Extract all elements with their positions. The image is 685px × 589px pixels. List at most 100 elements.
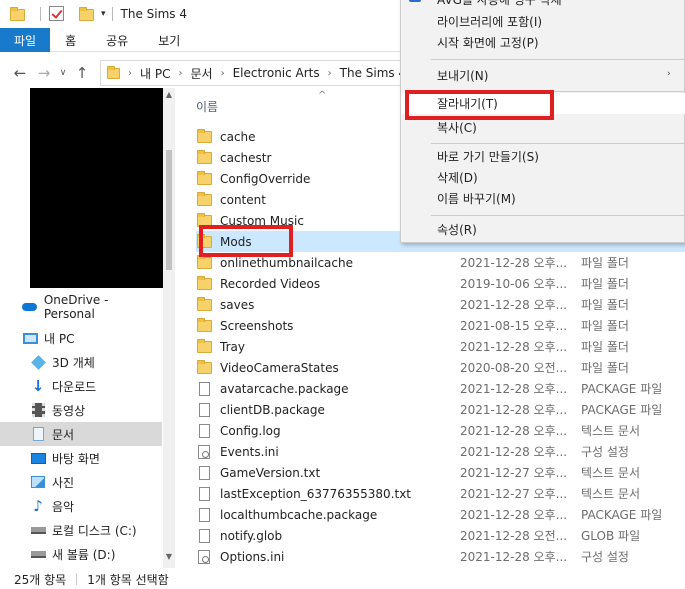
file-icon xyxy=(196,486,212,502)
forward-arrow-icon[interactable]: → xyxy=(32,64,56,82)
column-header-name[interactable]: 이름 xyxy=(196,98,218,115)
file-row[interactable]: localthumbcache.package 2021-12-28 오후... P… xyxy=(196,504,685,525)
file-icon xyxy=(196,507,212,523)
context-menu: AVG를 사용해 영구 삭제 라이브러리에 포함(I) 시작 화면에 고정(P)… xyxy=(400,0,685,243)
drive-icon xyxy=(30,546,46,562)
nav-this-pc[interactable]: 내 PC xyxy=(0,326,162,350)
up-arrow-icon[interactable]: ↑ xyxy=(70,64,94,82)
file-icon xyxy=(196,528,212,544)
file-name: clientDB.package xyxy=(220,402,325,417)
breadcrumb-the-sims-4[interactable]: The Sims 4 xyxy=(340,66,406,80)
file-type: 파일 폴더 xyxy=(581,277,629,291)
folder-row[interactable]: Recorded Videos 2019-10-06 오후... 파일 폴더 xyxy=(196,273,685,294)
folder-icon xyxy=(196,191,212,208)
nav-local-disk-c[interactable]: 로컬 디스크 (C:) xyxy=(0,518,162,542)
file-name: saves xyxy=(220,297,255,312)
file-type: 텍스트 문서 xyxy=(581,487,641,501)
nav-documents[interactable]: 문서 xyxy=(0,422,162,446)
file-type: 파일 폴더 xyxy=(581,361,629,375)
nav-label: 로컬 디스크 (C:) xyxy=(52,523,137,538)
file-type: 텍스트 문서 xyxy=(581,424,641,438)
file-row[interactable]: clientDB.package 2021-12-28 오후... PACKAGE … xyxy=(196,399,685,420)
file-row[interactable]: avatarcache.package 2021-12-28 오후... PACKA… xyxy=(196,378,685,399)
nav-videos[interactable]: 동영상 xyxy=(0,398,162,422)
nav-label: 내 PC xyxy=(44,331,75,346)
back-arrow-icon[interactable]: ← xyxy=(8,64,32,82)
scroll-up-arrow-icon[interactable]: ▲ xyxy=(163,90,175,99)
breadcrumb-electronic-arts[interactable]: Electronic Arts xyxy=(233,66,320,80)
file-date: 2021-12-28 오후... xyxy=(460,382,568,396)
music-icon: ♪ xyxy=(33,497,43,515)
file-date: 2021-12-28 오후... xyxy=(460,403,568,417)
file-type: 파일 폴더 xyxy=(581,340,629,354)
breadcrumb-documents[interactable]: 문서 xyxy=(190,65,212,82)
folder-icon xyxy=(196,275,212,292)
onedrive-icon xyxy=(22,299,38,315)
menu-item-send-to[interactable]: 보내기(N) xyxy=(401,65,685,86)
menu-separator xyxy=(431,59,684,60)
file-date: 2021-12-28 오후... xyxy=(460,508,568,522)
highlight-box-cut xyxy=(405,90,554,120)
file-row[interactable]: GameVersion.txt 2021-12-27 오후... 텍스트 문서 xyxy=(196,462,685,483)
sort-ascending-icon: ^ xyxy=(318,90,327,101)
nav-new-volume-d[interactable]: 새 볼륨 (D:) xyxy=(0,542,162,566)
folder-row[interactable]: Screenshots 2021-08-15 오후... 파일 폴더 xyxy=(196,315,685,336)
file-icon xyxy=(196,381,212,397)
tab-share[interactable]: 공유 xyxy=(91,28,143,52)
menu-separator xyxy=(431,143,684,144)
folder-row[interactable]: VideoCameraStates 2020-08-20 오전... 파일 폴더 xyxy=(196,357,685,378)
properties-check-icon[interactable] xyxy=(49,6,65,22)
file-date: 2021-12-28 오후... xyxy=(460,424,568,438)
menu-item-delete[interactable]: 삭제(D) xyxy=(401,167,685,188)
menu-item-include-in-library[interactable]: 라이브러리에 포함(I) xyxy=(401,11,685,32)
breadcrumb-chevron-icon: › xyxy=(327,67,332,79)
quick-access-dropdown-icon[interactable]: ▾ xyxy=(101,9,106,19)
tab-home[interactable]: 홈 xyxy=(50,28,91,52)
folder-icon xyxy=(107,66,120,80)
file-date: 2019-10-06 오후... xyxy=(460,277,568,291)
scroll-down-arrow-icon[interactable]: ▼ xyxy=(163,552,175,561)
tab-view[interactable]: 보기 xyxy=(143,28,195,52)
file-icon xyxy=(196,465,212,481)
file-row[interactable]: Config.log 2021-12-28 오후... 텍스트 문서 xyxy=(196,420,685,441)
new-folder-icon[interactable] xyxy=(79,6,95,22)
file-type: 파일 폴더 xyxy=(581,256,629,270)
file-name: Recorded Videos xyxy=(220,276,321,291)
folder-row[interactable]: Tray 2021-12-28 오후... 파일 폴더 xyxy=(196,336,685,357)
nav-scrollbar[interactable]: ▲ ▼ xyxy=(163,88,175,568)
file-type: 파일 폴더 xyxy=(581,319,629,333)
file-name: onlinethumbnailcache xyxy=(220,255,353,270)
tab-file[interactable]: 파일 xyxy=(0,28,51,52)
scrollbar-thumb[interactable] xyxy=(166,150,172,270)
file-row[interactable]: notify.glob 2021-12-28 오전... GLOB 파일 xyxy=(196,525,685,546)
breadcrumb-chevron-icon: › xyxy=(220,67,225,79)
nav-music[interactable]: ♪ 음악 xyxy=(0,494,162,518)
recent-locations-chevron-icon[interactable]: ∨ xyxy=(56,68,70,78)
menu-item-avg-delete[interactable]: AVG를 사용해 영구 삭제 xyxy=(401,0,685,10)
menu-item-rename[interactable]: 이름 바꾸기(M) xyxy=(401,188,685,209)
nav-onedrive[interactable]: OneDrive - Personal xyxy=(0,293,162,321)
nav-desktop[interactable]: 바탕 화면 xyxy=(0,446,162,470)
file-row[interactable]: Events.ini 2021-12-28 오후... 구성 설정 xyxy=(196,441,685,462)
file-date: 2020-08-20 오전... xyxy=(460,361,568,375)
divider xyxy=(76,573,78,585)
file-name: avatarcache.package xyxy=(220,381,349,396)
menu-item-create-shortcut[interactable]: 바로 가기 만들기(S) xyxy=(401,146,685,167)
menu-item-copy[interactable]: 복사(C) xyxy=(401,117,685,138)
nav-label: 3D 개체 xyxy=(52,355,95,370)
file-type: GLOB 파일 xyxy=(581,529,641,543)
nav-downloads[interactable]: ↓ 다운로드 xyxy=(0,374,162,398)
folder-icon xyxy=(196,170,212,187)
nav-pictures[interactable]: 사진 xyxy=(0,470,162,494)
menu-item-properties[interactable]: 속성(R) xyxy=(401,219,685,240)
file-type: PACKAGE 파일 xyxy=(581,508,663,522)
breadcrumb-this-pc[interactable]: 내 PC xyxy=(140,65,170,82)
breadcrumb-chevron-icon: › xyxy=(178,67,183,79)
nav-3d-objects[interactable]: 3D 개체 xyxy=(0,350,162,374)
file-row[interactable]: Options.ini 2021-12-28 오후... 구성 설정 xyxy=(196,546,685,567)
folder-row[interactable]: saves 2021-12-28 오후... 파일 폴더 xyxy=(196,294,685,315)
file-type: 구성 설정 xyxy=(581,445,629,459)
3d-objects-icon xyxy=(30,354,46,370)
file-row[interactable]: lastException_63776355380.txt 2021-12-27 … xyxy=(196,483,685,504)
menu-item-pin-to-start[interactable]: 시작 화면에 고정(P) xyxy=(401,32,685,53)
